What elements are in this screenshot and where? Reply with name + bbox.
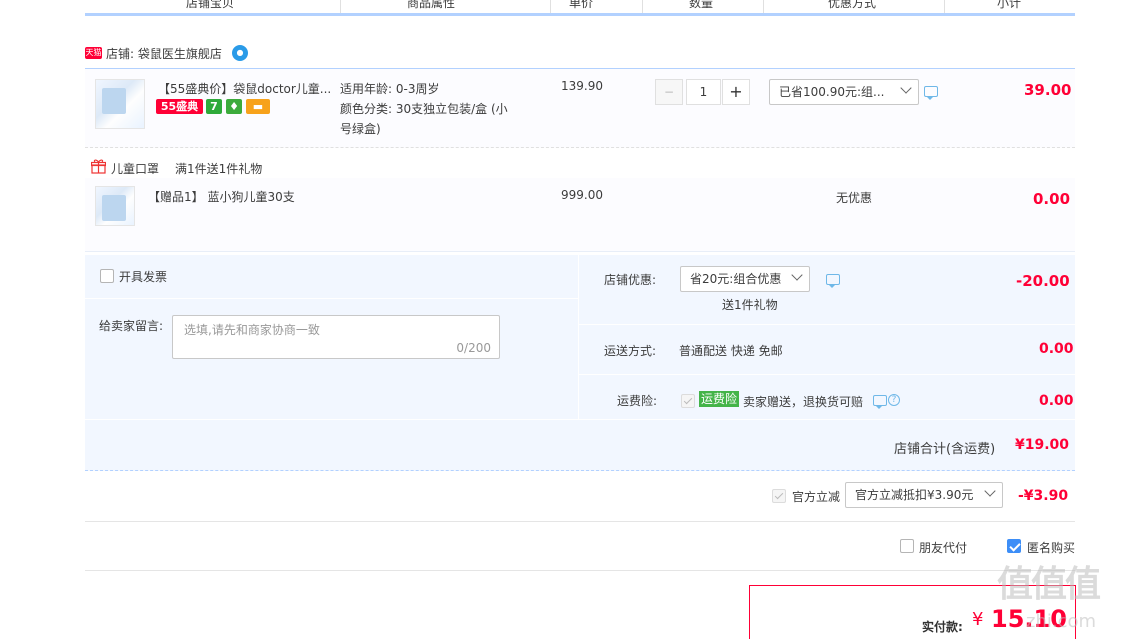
shipping-label: 运送方式:	[604, 344, 657, 358]
gift-discount: 无优惠	[836, 191, 873, 205]
column-header-row: 店铺宝贝 商品属性 单价 数量 优惠方式 小计	[85, 0, 1075, 16]
message-counter: 0/200	[456, 341, 491, 355]
divider-line	[85, 521, 1075, 522]
official-discount-label: 官方立减	[792, 490, 841, 504]
panel-divider	[578, 255, 579, 419]
credit-card-icon: ▬	[246, 99, 270, 114]
column-divider	[642, 0, 643, 13]
column-header-price: 单价	[569, 0, 594, 10]
message-placeholder: 选填,请先和商家协商一致	[184, 323, 320, 337]
column-divider	[944, 0, 945, 13]
gift-title-link[interactable]: 【赠品1】 蓝小狗儿童30支	[148, 188, 295, 205]
invoice-label: 开具发票	[119, 270, 168, 284]
column-header-qty: 数量	[689, 0, 714, 10]
column-divider	[763, 0, 764, 13]
column-header-attr: 商品属性	[407, 0, 456, 10]
insurance-amount: 0.00	[1039, 393, 1074, 409]
shop-discount-chat-icon[interactable]	[826, 274, 840, 288]
column-header-discount: 优惠方式	[828, 0, 877, 10]
friend-pay-checkbox[interactable]	[900, 539, 914, 553]
column-divider	[550, 0, 551, 13]
gift-icon	[90, 159, 107, 174]
wangwang-chat-icon[interactable]: ●	[232, 45, 248, 61]
chevron-down-icon	[791, 269, 803, 281]
order-item-row: 【55盛典价】袋鼠doctor儿童... 55盛典 7 ♦ ▬ 适用年龄: 0-…	[85, 68, 1075, 148]
column-header-item: 店铺宝贝	[186, 0, 235, 10]
gift-category: 儿童口罩	[111, 162, 160, 176]
insurance-checkbox[interactable]	[681, 394, 695, 408]
anonymous-checkbox[interactable]	[1007, 539, 1021, 553]
official-discount-value: 官方立减抵扣¥3.90元	[855, 488, 974, 502]
item-discount-select[interactable]: 已省100.90元:组...	[769, 79, 919, 105]
qty-increase-button[interactable]: +	[722, 79, 750, 105]
payment-currency: ¥	[972, 609, 984, 630]
chevron-down-icon	[900, 82, 912, 94]
insurance-chat-icon[interactable]	[873, 395, 887, 409]
insurance-label: 运费险:	[617, 394, 658, 408]
qty-decrease-button[interactable]: −	[655, 79, 683, 105]
panel-divider	[579, 374, 1075, 375]
qty-input[interactable]: 1	[686, 79, 721, 105]
panel-divider	[85, 419, 1075, 420]
insurance-badge: 运费险	[699, 391, 740, 407]
column-header-subtotal: 小计	[997, 0, 1022, 10]
divider-line	[85, 570, 1075, 571]
message-label: 给卖家留言:	[99, 319, 164, 333]
gift-item-row: 【赠品1】 蓝小狗儿童30支 999.00 无优惠 0.00	[85, 178, 1075, 252]
order-info-panel: 开具发票 给卖家留言: 选填,请先和商家协商一致 0/200 店铺优惠: 省20…	[85, 255, 1075, 471]
invoice-checkbox[interactable]	[100, 269, 114, 283]
item-discount-value: 已省100.90元:组...	[779, 85, 885, 99]
gift-rule: 满1件送1件礼物	[175, 162, 263, 176]
shop-discount-amount: -20.00	[1016, 272, 1070, 290]
panel-divider	[85, 298, 578, 299]
attr-age: 适用年龄: 0-3周岁	[340, 82, 440, 96]
promo-tag-55: 55盛典	[156, 99, 203, 114]
shipping-amount: 0.00	[1039, 341, 1074, 357]
shop-discount-select[interactable]: 省20元:组合优惠	[680, 266, 810, 292]
product-thumbnail[interactable]	[95, 79, 145, 129]
chevron-down-icon	[984, 485, 996, 497]
attr-color: 颜色分类: 30支独立包装/盒 (小	[340, 102, 508, 116]
column-divider	[340, 0, 341, 13]
tmall-badge-icon: 天猫	[85, 47, 102, 59]
shop-total-label: 店铺合计(含运费)	[894, 442, 996, 457]
site-watermark-text: zhi.com	[1026, 611, 1097, 632]
guarantee-icon: ♦	[226, 99, 242, 114]
unit-price: 139.90	[561, 79, 603, 93]
payment-label: 实付款:	[922, 620, 963, 634]
gift-thumbnail[interactable]	[95, 186, 135, 226]
message-textarea[interactable]: 选填,请先和商家协商一致 0/200	[172, 315, 500, 359]
seven-day-return-icon: 7	[206, 99, 222, 114]
shop-name-link[interactable]: 店铺: 袋鼠医生旗舰店	[106, 45, 222, 62]
shop-discount-value: 省20元:组合优惠	[690, 272, 782, 286]
attr-color-cont: 号绿盒)	[340, 122, 381, 136]
gift-subtotal: 0.00	[1033, 190, 1071, 208]
shop-total-amount: ¥19.00	[1015, 437, 1070, 453]
friend-pay-label: 朋友代付	[919, 541, 968, 555]
gift-unit-price: 999.00	[561, 188, 603, 202]
official-discount-select[interactable]: 官方立减抵扣¥3.90元	[845, 482, 1003, 508]
official-discount-amount: -¥3.90	[1018, 488, 1069, 504]
help-question-icon[interactable]: ?	[888, 394, 900, 406]
discount-info-chat-icon[interactable]	[924, 86, 938, 100]
official-discount-checkbox[interactable]	[772, 489, 786, 503]
panel-divider	[579, 324, 1075, 325]
shop-discount-note: 送1件礼物	[722, 298, 778, 312]
shop-discount-label: 店铺优惠:	[604, 273, 657, 287]
item-subtotal: 39.00	[1024, 81, 1072, 99]
product-title-link[interactable]: 【55盛典价】袋鼠doctor儿童...	[158, 80, 331, 97]
insurance-text: 卖家赠送，退换货可赔	[743, 395, 864, 409]
shipping-value: 普通配送 快递 免邮	[679, 344, 783, 358]
site-watermark-logo: 值值值	[997, 564, 1101, 605]
anonymous-label: 匿名购买	[1027, 541, 1076, 555]
